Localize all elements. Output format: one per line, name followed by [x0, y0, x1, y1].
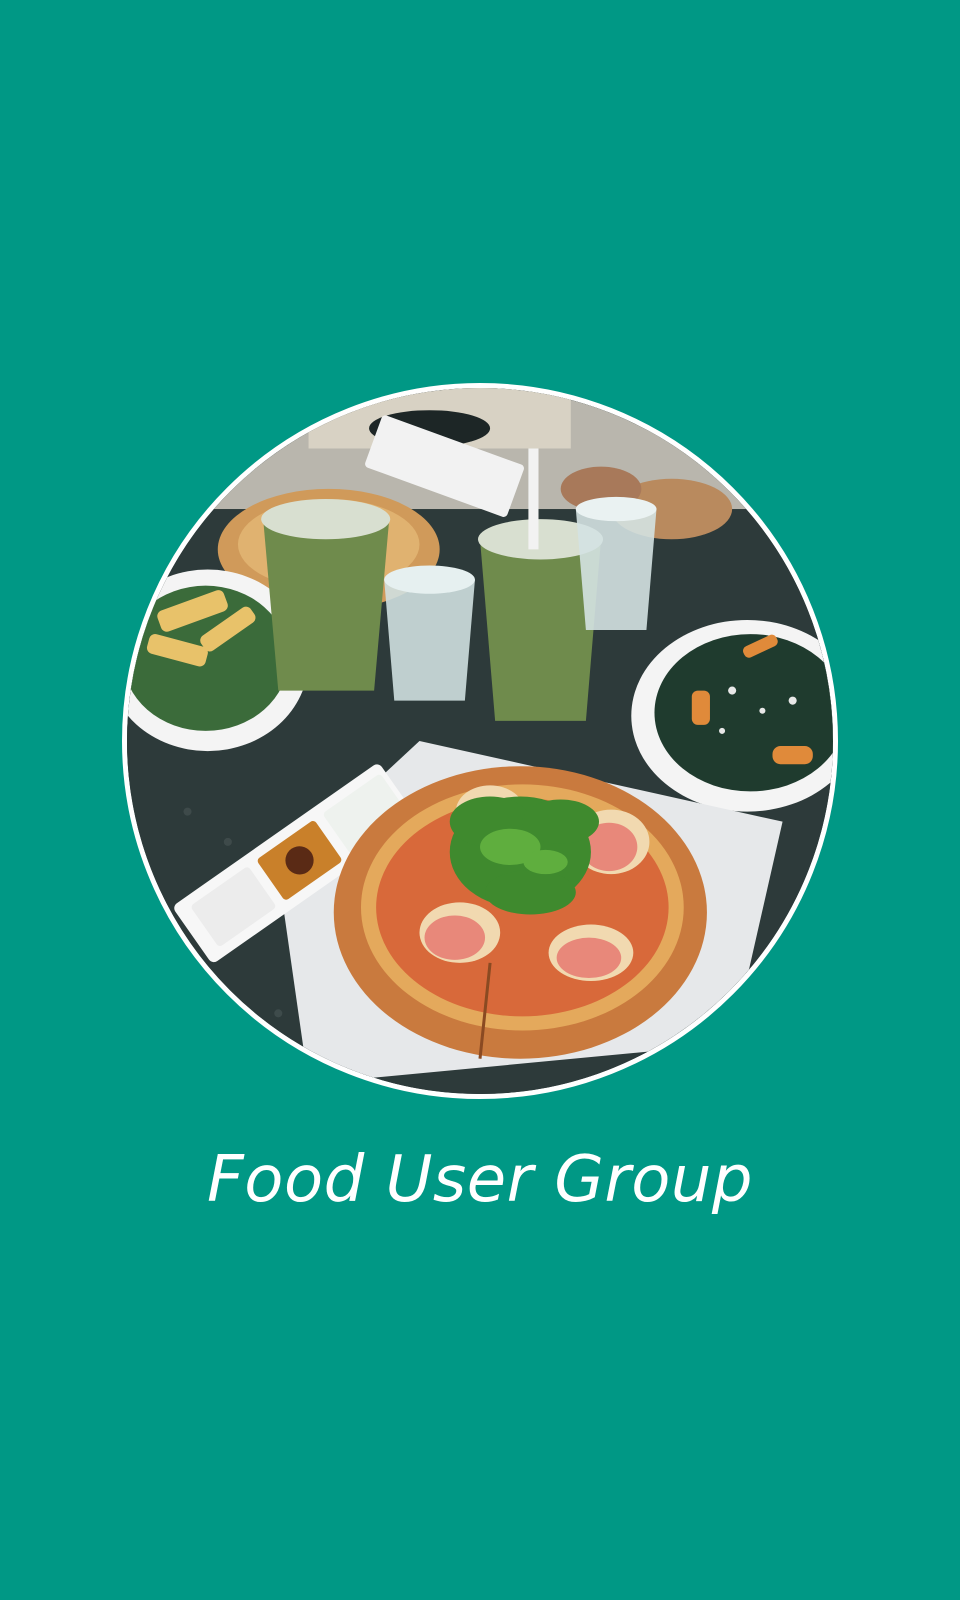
group-photo [122, 383, 838, 1099]
splash-screen: Food User Group [0, 0, 960, 1600]
group-title: Food User Group [206, 1143, 754, 1217]
food-photo-icon [127, 388, 833, 1094]
